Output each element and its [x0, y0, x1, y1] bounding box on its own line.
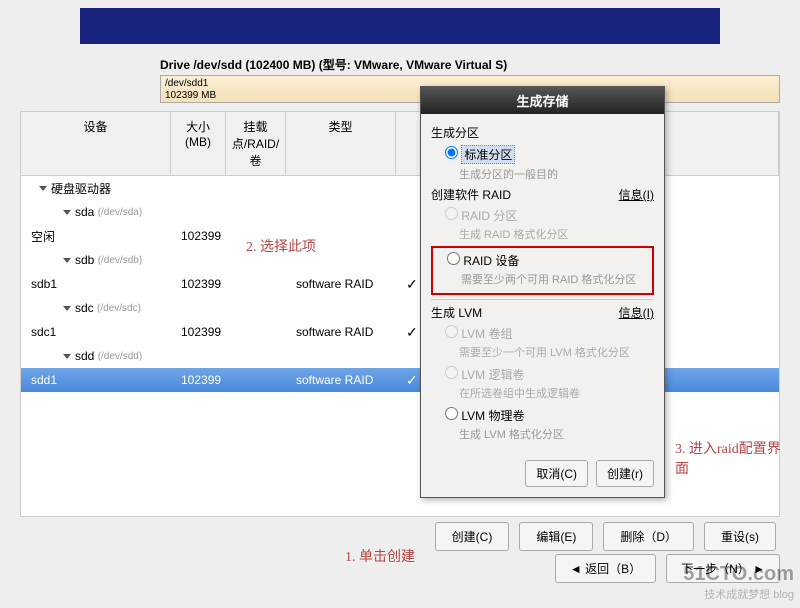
expand-icon[interactable]	[63, 306, 71, 311]
section-lvm: 生成 LVM信息(I)	[431, 304, 654, 321]
disk-sdc[interactable]: sdc (/dev/sdc)	[21, 296, 779, 320]
col-device[interactable]: 设备	[21, 112, 171, 175]
option-standard-partition[interactable]: 标准分区	[431, 143, 654, 166]
partition-table: 设备 大小(MB) 挂载点/RAID/卷 类型 格式 硬盘驱动器 sda (/d…	[20, 111, 780, 517]
disk-sdd[interactable]: sdd (/dev/sdd)	[21, 344, 779, 368]
expand-icon[interactable]	[39, 186, 47, 191]
disk-sdb[interactable]: sdb (/dev/sdb)	[21, 248, 779, 272]
tree-root[interactable]: 硬盘驱动器	[21, 176, 779, 200]
back-button[interactable]: ◄ 返回（B）	[555, 554, 656, 583]
radio-raid-device[interactable]	[447, 252, 460, 265]
expand-icon[interactable]	[63, 210, 71, 215]
info-link-lvm[interactable]: 信息(I)	[619, 304, 654, 321]
table-row-selected[interactable]: sdd1102399software RAID✓	[21, 368, 779, 392]
table-row[interactable]: sdc1102399software RAID✓	[21, 320, 779, 344]
option-lvm-vg: LVM 卷组	[431, 323, 654, 344]
label-standard: 标准分区	[461, 145, 515, 164]
col-type[interactable]: 类型	[286, 112, 396, 175]
option-lvm-pv[interactable]: LVM 物理卷	[431, 405, 654, 426]
col-mount[interactable]: 挂载点/RAID/卷	[226, 112, 286, 175]
option-raid-device[interactable]: RAID 设备	[433, 250, 652, 271]
disk-sda[interactable]: sda (/dev/sda)	[21, 200, 779, 224]
edit-button[interactable]: 编辑(E)	[519, 522, 593, 551]
dialog-create-button[interactable]: 创建(r)	[596, 460, 654, 487]
col-size[interactable]: 大小(MB)	[171, 112, 226, 175]
radio-raid-part	[445, 207, 458, 220]
expand-icon[interactable]	[63, 258, 71, 263]
table-body: 硬盘驱动器 sda (/dev/sda) 空闲102399 sdb (/dev/…	[21, 176, 779, 516]
radio-standard[interactable]	[445, 146, 458, 159]
option-lvm-lv: LVM 逻辑卷	[431, 364, 654, 385]
table-row[interactable]: sdb1102399software RAID✓	[21, 272, 779, 296]
delete-button[interactable]: 删除（D）	[603, 522, 694, 551]
table-row[interactable]: 空闲102399	[21, 224, 779, 248]
reset-button[interactable]: 重设(s)	[704, 522, 776, 551]
section-create-partition: 生成分区	[431, 124, 654, 141]
highlight-raid-device: RAID 设备 需要至少两个可用 RAID 格式化分区	[431, 246, 654, 295]
annotation-step2: 2. 选择此项	[246, 236, 316, 256]
create-storage-dialog: 生成存储 生成分区 标准分区 生成分区的一般目的 创建软件 RAID信息(I) …	[420, 86, 665, 498]
create-button[interactable]: 创建(C)	[435, 522, 510, 551]
section-software-raid: 创建软件 RAID信息(I)	[431, 186, 654, 203]
dialog-title: 生成存储	[421, 87, 664, 114]
watermark: 51CTO.com 技术成就梦想 blog	[683, 563, 794, 602]
header-banner	[80, 8, 720, 44]
option-raid-partition: RAID 分区	[431, 205, 654, 226]
annotation-step1: 1. 单击创建	[345, 546, 415, 566]
annotation-step3: 3. 进入raid配置界面	[675, 438, 785, 478]
expand-icon[interactable]	[63, 354, 71, 359]
dialog-cancel-button[interactable]: 取消(C)	[525, 460, 588, 487]
info-link-raid[interactable]: 信息(I)	[619, 186, 654, 203]
drive-header: Drive /dev/sdd (102400 MB) (型号: VMware, …	[160, 56, 780, 73]
table-header: 设备 大小(MB) 挂载点/RAID/卷 类型 格式	[21, 112, 779, 176]
